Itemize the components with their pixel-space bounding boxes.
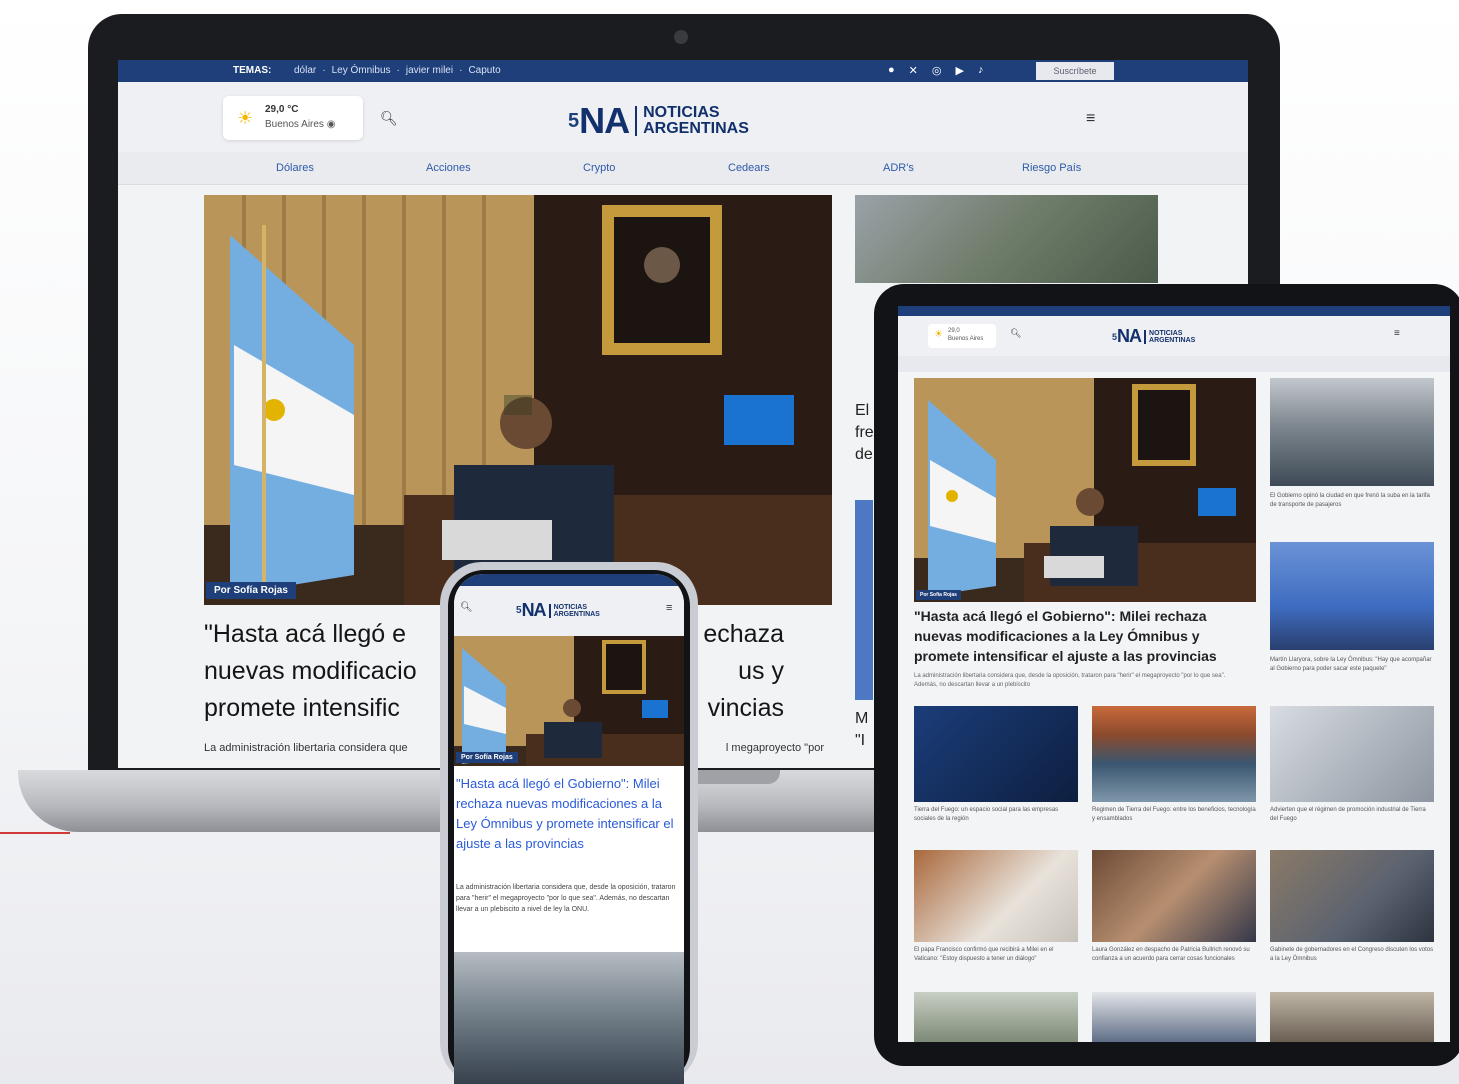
topic-tags: dólar · Ley Ómnibus · javier milei · Caputo bbox=[294, 65, 501, 76]
topbar bbox=[898, 306, 1450, 316]
instagram-icon[interactable]: ◎ bbox=[932, 64, 942, 77]
story-headline[interactable]: Tierra del Fuego: un espacio social para… bbox=[914, 806, 1078, 824]
search-icon[interactable]: 🔍︎ bbox=[460, 602, 473, 613]
topic-tag[interactable]: Ley Ómnibus bbox=[332, 65, 391, 76]
side-story-headline[interactable]: El Gobierno opinó la ciudad en que frenó… bbox=[1270, 492, 1434, 510]
hero-image[interactable] bbox=[454, 636, 684, 766]
side-story-image[interactable] bbox=[855, 500, 873, 700]
story-image[interactable] bbox=[914, 706, 1078, 802]
story-image[interactable] bbox=[1270, 706, 1434, 802]
search-icon[interactable]: 🔍︎ bbox=[1010, 328, 1021, 339]
nav-item-cedears[interactable]: Cedears bbox=[728, 162, 770, 174]
story-image[interactable] bbox=[914, 850, 1078, 942]
hero-headline[interactable]: "Hasta acá llegó el Gobierno": Milei rec… bbox=[456, 774, 682, 854]
story-headline[interactable]: Advierten que el régimen de promoción in… bbox=[1270, 806, 1434, 824]
social-links: ● ✕ ◎ ▶ ♪ bbox=[888, 64, 983, 77]
topic-tag[interactable]: Caputo bbox=[468, 65, 500, 76]
hero-image[interactable] bbox=[914, 378, 1256, 602]
side-story-image[interactable] bbox=[1270, 378, 1434, 486]
topbar bbox=[454, 574, 684, 586]
side-story-headline[interactable]: El fre de bbox=[855, 400, 875, 466]
topic-tag[interactable]: dólar bbox=[294, 65, 316, 76]
nav-item-adrs[interactable]: ADR's bbox=[883, 162, 914, 174]
sun-icon: ☀ bbox=[934, 329, 943, 340]
hero-headline[interactable]: "Hasta acá llegó el Gobierno": Milei rec… bbox=[914, 606, 1250, 666]
phone-screen: 🔍︎ 5 NA NOTICIAS ARGENTINAS ≡ Por Sofía R… bbox=[454, 574, 684, 1084]
laptop-camera bbox=[674, 30, 688, 44]
decorative-line bbox=[0, 832, 70, 834]
weather-widget[interactable]: ☀ 29,0 Buenos Aires bbox=[928, 324, 996, 348]
site-logo[interactable]: 5 NA NOTICIAS ARGENTINAS bbox=[1112, 326, 1195, 347]
story-image[interactable] bbox=[1092, 850, 1256, 942]
topic-tag[interactable]: javier milei bbox=[406, 65, 453, 76]
hero-image[interactable] bbox=[204, 195, 832, 605]
x-icon[interactable]: ✕ bbox=[909, 64, 918, 77]
nav-item-dolares[interactable]: Dólares bbox=[276, 162, 314, 174]
site-header: ☀ 29,0 °C Buenos Aires ◉ 🔍︎ 5 NA NOTICIA… bbox=[118, 82, 1248, 152]
hamburger-menu-icon[interactable]: ≡ bbox=[1086, 110, 1095, 128]
side-story-image[interactable] bbox=[1270, 542, 1434, 650]
site-logo[interactable]: 5 NA NOTICIAS ARGENTINAS bbox=[568, 100, 749, 142]
search-icon[interactable]: 🔍︎ bbox=[380, 110, 398, 127]
side-story-headline[interactable]: M "I bbox=[855, 708, 868, 752]
story-image[interactable] bbox=[1092, 992, 1256, 1042]
story-headline[interactable]: Laura González en despacho de Patricia B… bbox=[1092, 946, 1256, 964]
tiktok-icon[interactable]: ♪ bbox=[978, 64, 984, 77]
subscribe-button[interactable]: Suscríbete bbox=[1036, 62, 1114, 80]
nav-item-crypto[interactable]: Crypto bbox=[583, 162, 615, 174]
story-image[interactable] bbox=[1092, 706, 1256, 802]
tablet-screen: ☀ 29,0 Buenos Aires 🔍︎ 5 NA NOTICIAS ARGE… bbox=[898, 306, 1450, 1042]
market-nav: Dólares Acciones Crypto Cedears ADR's Ri… bbox=[118, 152, 1248, 185]
youtube-icon[interactable]: ▶ bbox=[955, 64, 963, 77]
topics-label: TEMAS: bbox=[233, 65, 272, 76]
side-story-headline[interactable]: Martín Llaryora, sobre la Ley Ómnibus: "… bbox=[1270, 656, 1434, 674]
topbar: TEMAS: dólar · Ley Ómnibus · javier milei ·… bbox=[118, 60, 1248, 82]
story-image[interactable] bbox=[914, 992, 1078, 1042]
weather-widget[interactable]: ☀ 29,0 °C Buenos Aires ◉ bbox=[223, 96, 363, 140]
nav-item-acciones[interactable]: Acciones bbox=[426, 162, 471, 174]
story-image[interactable] bbox=[1270, 992, 1434, 1042]
nav-item-riesgo-pais[interactable]: Riesgo País bbox=[1022, 162, 1081, 174]
hero-byline: Por Sofía Rojas bbox=[456, 752, 518, 763]
site-logo[interactable]: 5 NA NOTICIAS ARGENTINAS bbox=[516, 600, 600, 621]
market-nav bbox=[898, 356, 1450, 372]
weather-city: Buenos Aires ◉ bbox=[265, 119, 336, 130]
story-image[interactable] bbox=[1270, 850, 1434, 942]
sun-icon: ☀ bbox=[237, 108, 254, 128]
hero-byline: Por Sofía Rojas bbox=[916, 590, 961, 600]
facebook-icon[interactable]: ● bbox=[888, 64, 895, 77]
story-headline[interactable]: Regimen de Tierra del Fuego: entre los b… bbox=[1092, 806, 1256, 824]
weather-temp: 29,0 °C bbox=[265, 104, 299, 115]
story-headline[interactable]: El papa Francisco confirmó que recibirá … bbox=[914, 946, 1078, 964]
eye-icon[interactable]: ◉ bbox=[327, 119, 336, 130]
side-story-image[interactable] bbox=[855, 195, 1158, 283]
hamburger-menu-icon[interactable]: ≡ bbox=[1394, 328, 1400, 339]
hero-byline: Por Sofía Rojas bbox=[206, 582, 296, 599]
hero-summary: La administración libertaria considera q… bbox=[914, 673, 1226, 688]
story-headline[interactable]: Gabinete de gobernadores en el Congreso … bbox=[1270, 946, 1434, 964]
story-image[interactable] bbox=[454, 952, 684, 1084]
site-header: ☀ 29,0 Buenos Aires 🔍︎ 5 NA NOTICIAS ARGE… bbox=[898, 316, 1450, 356]
hamburger-menu-icon[interactable]: ≡ bbox=[666, 602, 672, 614]
hero-summary: La administración libertaria considera q… bbox=[456, 884, 676, 913]
